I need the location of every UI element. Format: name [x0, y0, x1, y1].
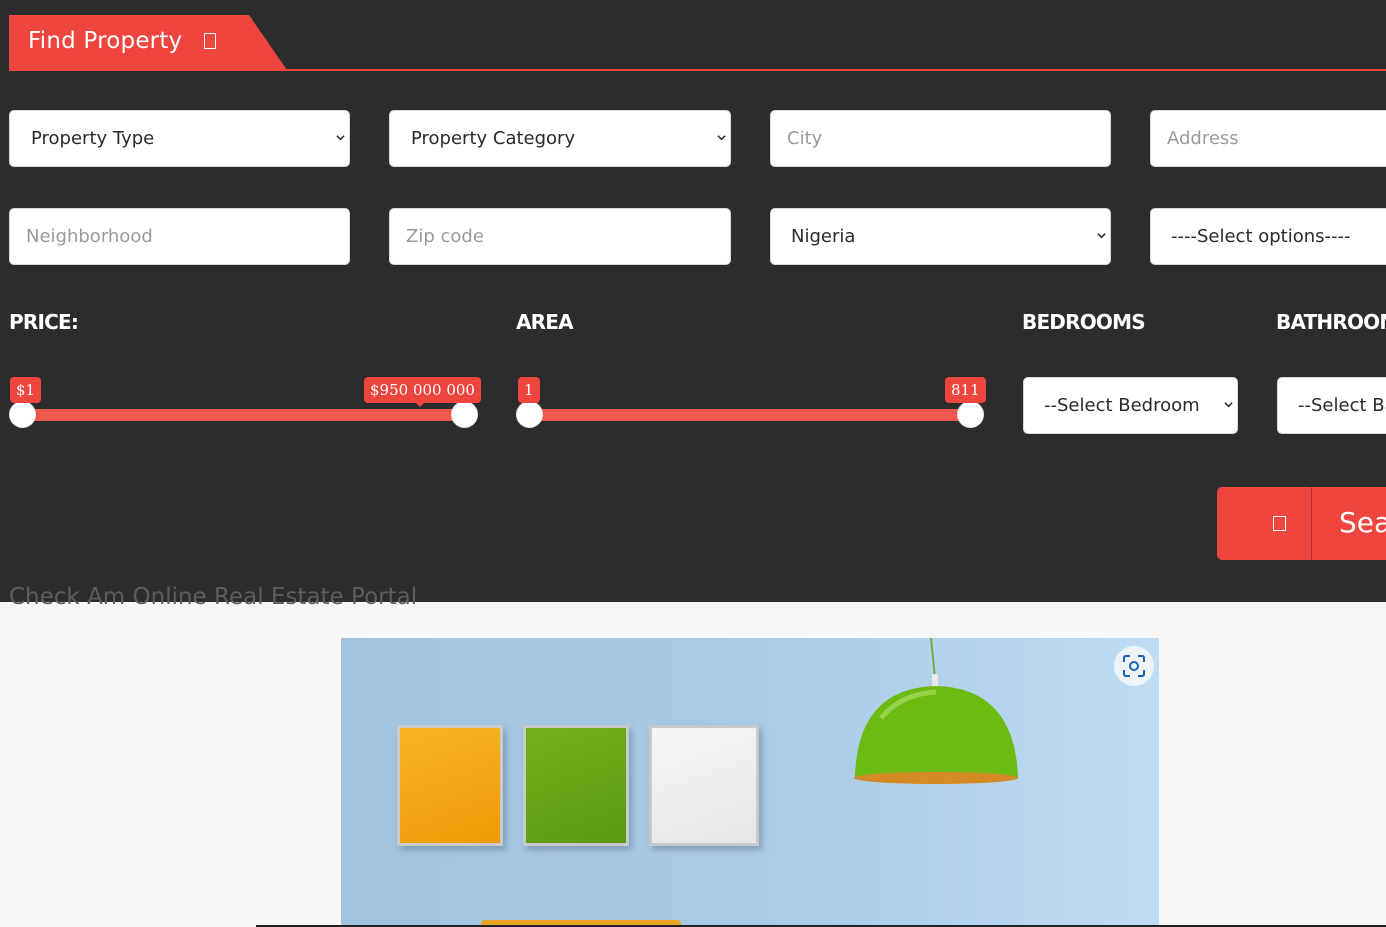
orange-frame: [397, 725, 503, 846]
visual-search-button[interactable]: [1114, 646, 1154, 686]
property-category-select[interactable]: Property Category: [389, 110, 731, 167]
options-value: ----Select options----: [1171, 226, 1351, 247]
price-min-tooltip: $1: [10, 377, 42, 403]
property-category-value: Property Category: [411, 128, 576, 149]
bathrooms-select-value: --Select Bathroom: [1298, 395, 1386, 416]
property-type-select[interactable]: Property Type: [9, 110, 350, 167]
neighborhood-input[interactable]: Neighborhood: [9, 208, 350, 265]
address-placeholder: Address: [1167, 128, 1239, 149]
area-max-tooltip: 811: [945, 377, 986, 403]
price-min-handle[interactable]: [9, 401, 36, 428]
chevron-down-icon: [717, 135, 726, 141]
bedrooms-select-value: --Select Bedroom: [1044, 395, 1200, 416]
price-max-tooltip-arrow: [416, 403, 424, 407]
bathrooms-select[interactable]: --Select Bathroom: [1277, 377, 1386, 434]
address-input[interactable]: Address: [1150, 110, 1386, 167]
search-button[interactable]: Search: [1217, 487, 1386, 560]
country-value: Nigeria: [791, 226, 856, 247]
chevron-down-icon: [1224, 402, 1233, 408]
search-panel: Find Property Property Type Property Cat…: [0, 0, 1386, 602]
area-label: AREA: [516, 310, 574, 334]
bedrooms-label: BEDROOMS: [1022, 310, 1146, 334]
property-type-value: Property Type: [31, 128, 155, 149]
hero-image: [341, 638, 1159, 927]
visual-search-icon: [1123, 655, 1145, 677]
bedrooms-select[interactable]: --Select Bedroom: [1023, 377, 1238, 434]
area-max-handle[interactable]: [957, 401, 984, 428]
chevron-down-icon: [336, 135, 345, 141]
find-property-title: Find Property: [28, 28, 183, 54]
price-max-handle[interactable]: [451, 401, 478, 428]
square-icon: [1273, 516, 1286, 531]
city-input[interactable]: City: [770, 110, 1111, 167]
area-min-handle[interactable]: [516, 401, 543, 428]
pendant-lamp: [854, 638, 1018, 784]
area-slider-track[interactable]: [529, 409, 971, 421]
price-slider-track[interactable]: [22, 409, 464, 421]
site-tagline: Check Am Online Real Estate Portal: [9, 584, 418, 610]
tab-underline: [9, 69, 1386, 71]
bathrooms-label: BATHROOMS: [1276, 310, 1386, 334]
country-select[interactable]: Nigeria: [770, 208, 1111, 265]
search-button-divider: [1311, 487, 1312, 560]
options-select[interactable]: ----Select options----: [1150, 208, 1386, 265]
square-icon: [204, 33, 216, 49]
zip-code-placeholder: Zip code: [406, 226, 484, 247]
zip-code-input[interactable]: Zip code: [389, 208, 731, 265]
city-placeholder: City: [787, 128, 823, 149]
green-frame: [523, 725, 629, 846]
chevron-down-icon: [1097, 233, 1106, 239]
price-label: PRICE:: [9, 310, 79, 334]
price-max-tooltip: $950 000 000: [364, 377, 481, 403]
area-min-tooltip: 1: [518, 377, 540, 403]
white-frame: [649, 725, 759, 846]
search-button-label: Search: [1339, 506, 1386, 539]
neighborhood-placeholder: Neighborhood: [26, 226, 153, 247]
